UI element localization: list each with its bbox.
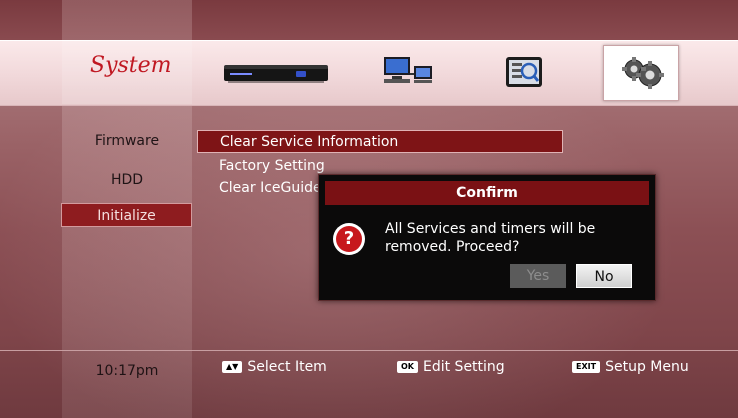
clock-time: 10:17pm xyxy=(95,363,159,379)
hint-edit-setting: OK Edit Setting xyxy=(397,359,505,375)
gears-icon[interactable] xyxy=(603,45,679,101)
system-setup-screen: System Firmware HDD Initialize Clear Ser… xyxy=(0,0,738,418)
dialog-message-line1: All Services and timers will be xyxy=(385,221,596,237)
hint-select-label: Select Item xyxy=(247,359,327,375)
hint-edit-label: Edit Setting xyxy=(423,359,505,375)
hint-setup-menu: EXIT Setup Menu xyxy=(572,359,689,375)
side-menu-item-initialize[interactable]: Initialize xyxy=(61,203,192,227)
dialog-title: Confirm xyxy=(325,181,649,205)
side-menu-item-firmware[interactable]: Firmware xyxy=(62,133,192,149)
no-button[interactable]: No xyxy=(576,264,632,288)
question-icon: ? xyxy=(333,223,365,255)
side-menu-item-hdd[interactable]: HDD xyxy=(62,172,192,188)
set-top-box-icon[interactable] xyxy=(222,48,330,96)
option-clear-iceguide[interactable]: Clear IceGuide xyxy=(219,180,322,196)
ok-key-icon: OK xyxy=(397,361,418,373)
guide-icon[interactable] xyxy=(498,48,550,96)
option-factory-setting[interactable]: Factory Setting xyxy=(219,158,325,174)
yes-button[interactable]: Yes xyxy=(510,264,566,288)
network-icon[interactable] xyxy=(378,48,438,96)
dialog-message-line2: removed. Proceed? xyxy=(385,239,520,255)
exit-key-icon: EXIT xyxy=(572,361,601,373)
confirm-dialog: Confirm ? All Services and timers will b… xyxy=(318,174,656,301)
up-down-key-icon: ▲▼ xyxy=(222,361,243,373)
category-title: System xyxy=(90,53,172,78)
hint-exit-label: Setup Menu xyxy=(605,359,689,375)
hint-select-item: ▲▼ Select Item xyxy=(222,359,327,375)
footer-divider xyxy=(0,350,738,351)
option-clear-service-information[interactable]: Clear Service Information xyxy=(197,130,563,153)
